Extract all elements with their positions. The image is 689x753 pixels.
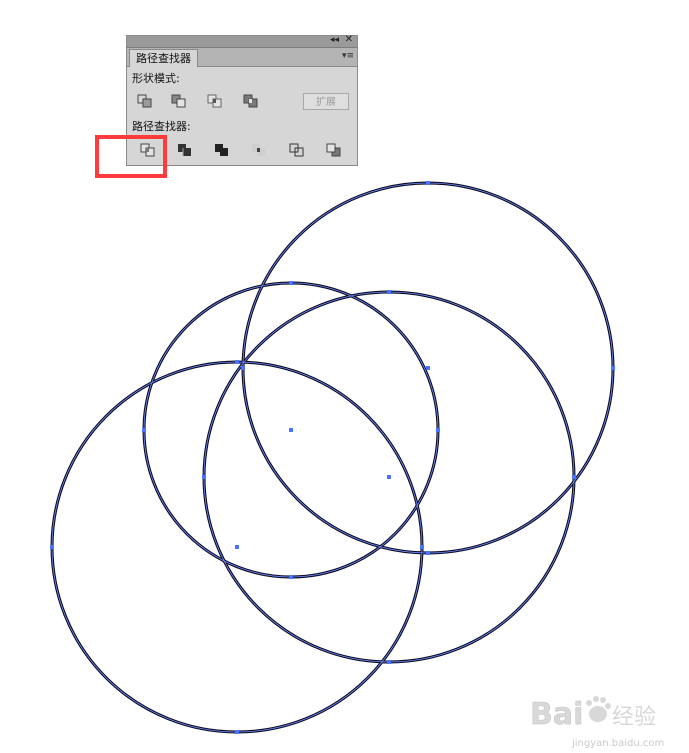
exclude-icon[interactable] (240, 91, 262, 111)
trim-icon[interactable] (174, 140, 196, 160)
watermark-subtext: jingyan.baidu.com (572, 738, 665, 749)
intersect-icon[interactable] (204, 91, 226, 111)
unite-icon[interactable] (134, 91, 156, 111)
merge-icon[interactable] (211, 140, 233, 160)
outline-icon[interactable] (286, 140, 308, 160)
crop-icon[interactable] (248, 140, 270, 160)
close-icon[interactable]: ✕ (345, 33, 353, 47)
shape-modes-label: 形状模式: (132, 72, 180, 85)
collapse-icon[interactable]: ◂◂ (330, 33, 339, 47)
anchor-points (50, 181, 615, 734)
svg-text:Bai: Bai (530, 697, 583, 732)
panel-title-bar[interactable]: ◂◂ ✕ (127, 33, 357, 48)
tab-pathfinder[interactable]: 路径查找器 (129, 49, 198, 67)
baidu-watermark: Bai 经验 (530, 696, 656, 732)
svg-text:经验: 经验 (612, 705, 656, 730)
pathfinders-label: 路径查找器: (132, 120, 191, 133)
minus-front-icon[interactable] (168, 91, 190, 111)
panel-tab-strip: 路径查找器 ▾≡ (127, 48, 357, 67)
highlight-box (95, 135, 167, 178)
minus-back-icon[interactable] (323, 140, 345, 160)
panel-menu-icon[interactable]: ▾≡ (342, 50, 354, 62)
expand-button[interactable]: 扩展 (303, 93, 349, 110)
